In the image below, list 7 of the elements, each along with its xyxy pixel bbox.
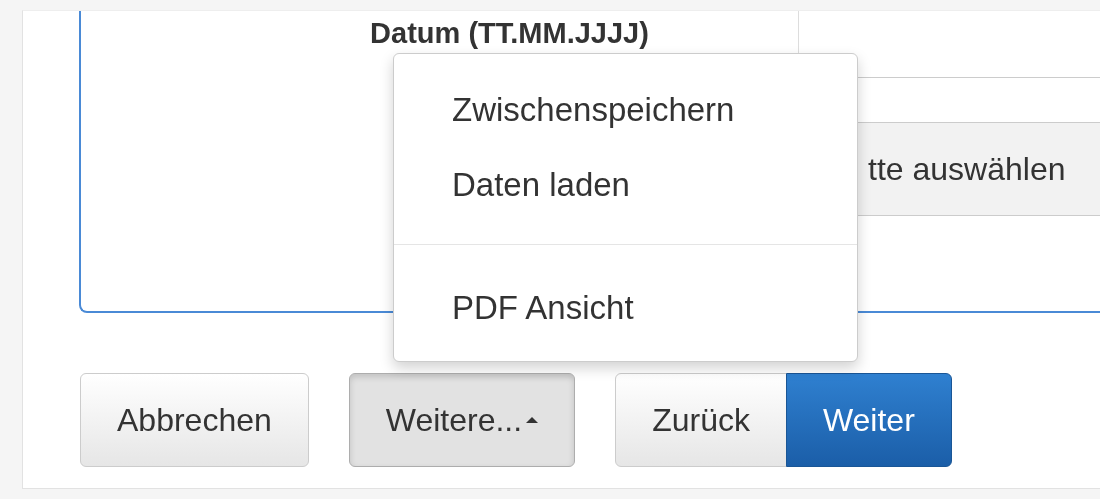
menu-item[interactable]: PDF Ansicht [394, 270, 857, 345]
caret-icon [526, 417, 539, 423]
action-button[interactable]: Weitere... [348, 373, 576, 467]
action-button[interactable]: Abbrechen [80, 373, 309, 467]
action-button[interactable]: Weiter [785, 373, 952, 467]
field-label: Datum (TT.MM.JJJJ) [370, 17, 649, 49]
action-button[interactable]: Zurück [615, 373, 787, 467]
